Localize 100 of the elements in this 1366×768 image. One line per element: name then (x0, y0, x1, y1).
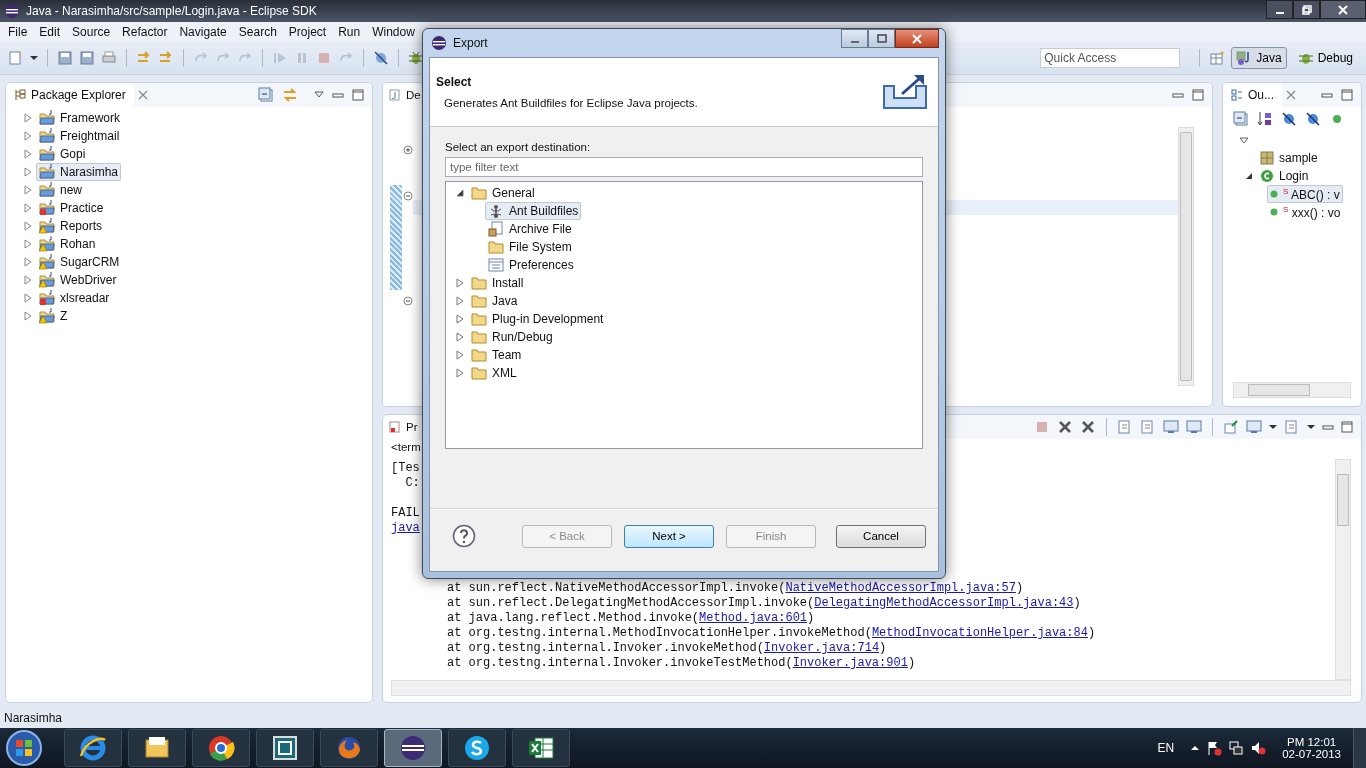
show-error-icon[interactable] (1186, 419, 1202, 435)
pin-console-icon[interactable] (1223, 419, 1239, 435)
project-tree-item[interactable]: Reports (36, 217, 106, 235)
tree-item[interactable]: General (468, 184, 538, 202)
show-hidden-icons-icon[interactable] (1190, 743, 1201, 753)
open-console-icon[interactable] (1284, 419, 1300, 435)
link-editor-icon[interactable] (282, 87, 298, 103)
maximize-icon[interactable] (1192, 89, 1204, 101)
taskbar-button[interactable] (128, 729, 186, 767)
stack-trace-link[interactable]: java (391, 521, 420, 535)
minimize-button[interactable] (1266, 0, 1293, 19)
editor-tab[interactable]: De (383, 83, 421, 107)
help-icon[interactable] (452, 524, 476, 548)
menu-item[interactable]: Project (282, 25, 333, 39)
menu-item[interactable]: Run (332, 25, 367, 39)
taskbar-button[interactable] (192, 729, 250, 767)
horizontal-scrollbar[interactable] (1233, 382, 1351, 398)
method-item[interactable]: $^{S}$ ABC() : v (1267, 185, 1343, 203)
close-icon[interactable] (137, 90, 148, 100)
filter-field[interactable]: type filter text (445, 157, 923, 177)
remove-launch-icon[interactable] (1057, 419, 1073, 435)
display-console-icon[interactable] (1246, 419, 1262, 435)
project-tree-item[interactable]: xlsreadar (36, 289, 113, 307)
project-tree-item[interactable]: Framework (36, 109, 123, 127)
start-button[interactable] (4, 728, 44, 768)
stack-trace-link[interactable]: Method.java:601 (699, 611, 808, 625)
tree-item[interactable]: Ant Buildfiles (485, 202, 582, 220)
package-explorer-tab[interactable]: Package Explorer (6, 83, 134, 107)
tree-item[interactable]: Team (468, 346, 525, 364)
project-tree-item[interactable]: Rohan (36, 235, 99, 253)
language-indicator[interactable]: EN (1157, 741, 1175, 755)
tree-item[interactable]: Run/Debug (468, 328, 556, 346)
project-tree-item[interactable]: Gopi (36, 145, 89, 163)
hide-fields-icon[interactable] (1281, 111, 1297, 127)
maximize-button[interactable] (868, 29, 895, 48)
clear-console-icon[interactable] (1117, 419, 1133, 435)
tree-item[interactable]: Java (468, 292, 521, 310)
new-file-icon[interactable] (8, 50, 24, 66)
taskbar-button[interactable] (64, 729, 122, 767)
restore-button[interactable] (1293, 0, 1320, 19)
fold-expand-icon[interactable] (403, 145, 413, 155)
maximize-icon[interactable] (352, 89, 364, 101)
console-tab[interactable]: Pr (383, 415, 418, 439)
flag-icon[interactable] (1206, 740, 1223, 756)
show-output-icon[interactable] (1163, 419, 1179, 435)
package-item[interactable]: sample (1257, 149, 1321, 167)
expand-icon[interactable] (456, 188, 464, 198)
save-all-icon[interactable] (79, 50, 95, 66)
stack-trace-link[interactable]: NativeMethodAccessorImpl.java:57 (785, 581, 1016, 595)
tree-item[interactable]: File System (485, 238, 575, 256)
method-item[interactable]: $^{S}$ xxx() : vo (1267, 203, 1344, 221)
tree-item[interactable]: Install (468, 274, 527, 292)
perspective-button[interactable]: Debug (1292, 47, 1358, 69)
vertical-scrollbar[interactable] (1178, 127, 1194, 386)
open-perspective-icon[interactable] (1209, 50, 1226, 66)
project-tree-item[interactable]: Freightmail (36, 127, 123, 145)
tree-item[interactable]: Archive File (485, 220, 575, 238)
save-icon[interactable] (57, 50, 73, 66)
remove-all-icon[interactable] (1080, 419, 1096, 435)
stack-trace-link[interactable]: DelegatingMethodAccessorImpl.java:43 (814, 596, 1074, 610)
stack-trace-link[interactable]: Invoker.java:714 (763, 641, 880, 655)
view-menu-icon[interactable] (314, 90, 324, 100)
fold-collapse-icon[interactable] (403, 191, 413, 201)
taskbar-button[interactable] (448, 729, 506, 767)
menu-item[interactable]: Navigate (173, 25, 233, 39)
stack-trace-link[interactable]: Invoker.java:901 (792, 656, 908, 670)
print-icon[interactable] (101, 50, 117, 66)
outline-tab[interactable]: Ou... (1223, 83, 1282, 107)
tree-item[interactable]: Preferences (485, 256, 577, 274)
menu-item[interactable]: Refactor (116, 25, 174, 39)
clock[interactable]: PM 12:01 02-07-2013 (1282, 736, 1341, 760)
sort-icon[interactable] (1257, 111, 1273, 127)
volume-muted-icon[interactable] (1250, 740, 1267, 756)
dropdown-icon[interactable] (1269, 424, 1277, 430)
menu-item[interactable]: Window (366, 25, 421, 39)
tree-item[interactable]: XML (468, 364, 520, 382)
dropdown-icon[interactable] (1307, 424, 1315, 430)
fold-collapse-icon[interactable] (403, 296, 413, 306)
tree-item[interactable]: Plug-in Development (468, 310, 607, 328)
project-tree-item[interactable]: SugarCRM (36, 253, 123, 271)
dialog-button[interactable]: Cancel (836, 524, 926, 548)
view-menu-icon[interactable] (1239, 136, 1249, 146)
close-button[interactable] (895, 29, 939, 48)
horizontal-scrollbar[interactable] (391, 680, 1351, 696)
menu-item[interactable]: Search (232, 25, 283, 39)
maximize-icon[interactable] (1341, 89, 1353, 101)
taskbar-button[interactable] (256, 729, 314, 767)
project-tree-item[interactable]: Practice (36, 199, 107, 217)
scroll-lock-icon[interactable] (1140, 419, 1156, 435)
hide-static-icon[interactable] (1305, 111, 1321, 127)
dialog-button[interactable]: Next > (624, 524, 714, 548)
network-icon[interactable] (1228, 740, 1245, 756)
project-tree-item[interactable]: Narasimha (36, 163, 122, 181)
taskbar-button[interactable] (384, 729, 442, 767)
dropdown-icon[interactable] (30, 55, 38, 61)
skip-breakpoints-icon[interactable] (373, 50, 389, 66)
collapse-icon[interactable] (1245, 171, 1253, 181)
perspective-button[interactable]: Java (1231, 47, 1287, 69)
quick-access-field[interactable]: Quick Access (1040, 48, 1181, 68)
menu-item[interactable]: Edit (33, 25, 67, 39)
